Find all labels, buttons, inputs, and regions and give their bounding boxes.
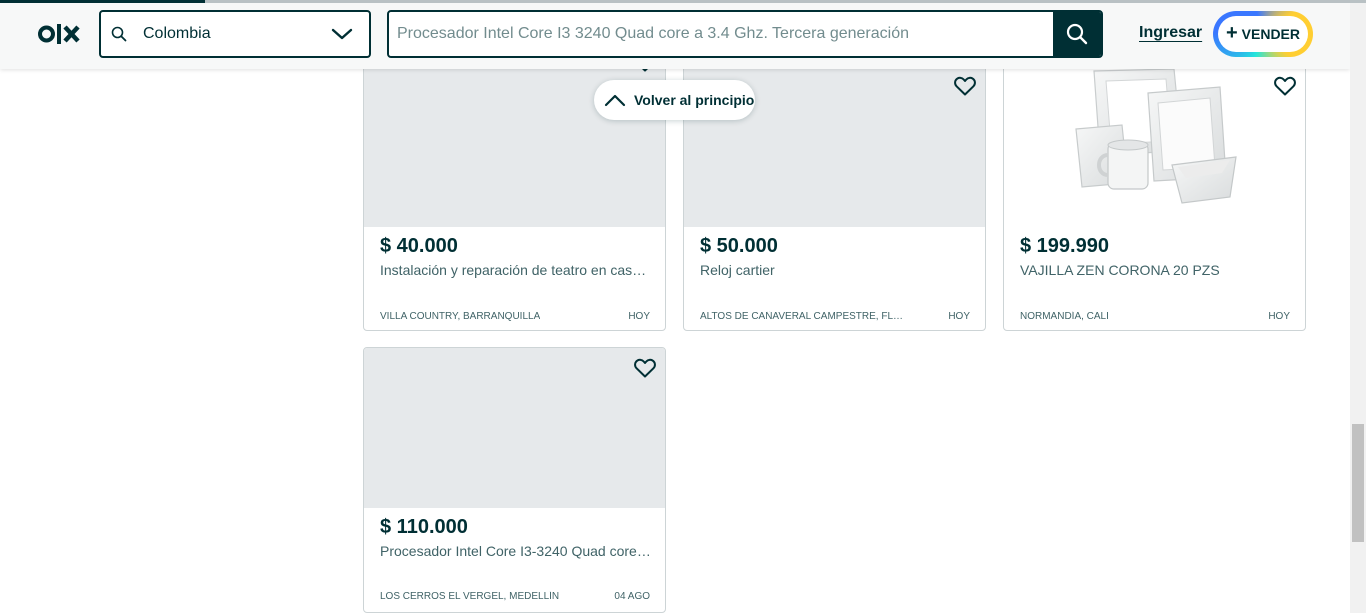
listing-location: VILLA COUNTRY, BARRANQUILLA (380, 311, 541, 322)
back-to-top-button[interactable]: Volver al principio (594, 80, 755, 120)
listing-title: Reloj cartier (700, 262, 775, 278)
heart-icon[interactable] (953, 74, 977, 98)
listing-location: ALTOS DE CAÑAVERAL CAMPESTRE, FLORIDABLA… (700, 311, 905, 322)
sell-button[interactable]: + VENDER (1213, 11, 1313, 57)
listing-card[interactable]: $ 110.000 Procesador Intel Core I3-3240 … (363, 347, 666, 613)
search-button[interactable] (1053, 12, 1101, 56)
search-input[interactable] (389, 12, 1053, 56)
search-bar (387, 10, 1103, 58)
listing-date: 04 AGO (614, 591, 650, 602)
heart-icon[interactable] (633, 356, 657, 380)
back-to-top-label: Volver al principio (634, 92, 755, 108)
sell-button-label: VENDER (1241, 26, 1301, 42)
dinnerware-image (1075, 68, 1237, 204)
sell-button-inner: + VENDER (1218, 16, 1308, 52)
listing-price: $ 110.000 (380, 516, 468, 538)
olx-logo[interactable] (38, 22, 82, 46)
page: Colombia Ingresar + VENDER (0, 0, 1366, 613)
location-value: Colombia (143, 25, 211, 42)
chevron-up-icon (604, 94, 626, 107)
page-progress-fill (0, 0, 205, 3)
listing-location: LOS CERROS EL VERGEL, MEDELLÍN (380, 591, 560, 602)
listing-price: $ 50.000 (700, 235, 778, 257)
listing-date: HOY (628, 311, 650, 322)
vertical-scrollbar[interactable] (1350, 0, 1366, 613)
listing-title: VAJILLA ZEN CORONA 20 PZS (1020, 262, 1220, 278)
listing-title: Procesador Intel Core I3-3240 Quad core … (380, 543, 651, 559)
listing-price: $ 40.000 (380, 235, 458, 257)
scrollbar-thumb[interactable] (1352, 424, 1364, 542)
listing-image-placeholder[interactable] (364, 348, 665, 508)
search-icon (1066, 23, 1088, 45)
listing-card[interactable]: $ 199.990 VAJILLA ZEN CORONA 20 PZS NORM… (1003, 41, 1306, 331)
listing-image[interactable] (1004, 67, 1305, 227)
listing-date: HOY (1268, 311, 1290, 322)
listing-price: $ 199.990 (1020, 235, 1109, 257)
listing-title: Instalación y reparación de teatro en ca… (380, 262, 651, 278)
page-progress-bar (0, 0, 1366, 3)
listing-date: HOY (948, 311, 970, 322)
chevron-down-icon[interactable] (331, 25, 353, 43)
location-selector[interactable]: Colombia (99, 10, 371, 58)
heart-icon[interactable] (1273, 74, 1297, 98)
top-header: Colombia Ingresar + VENDER (0, 0, 1350, 69)
listing-location: NORMANDÍA, CALI (1020, 311, 1109, 322)
plus-icon: + (1225, 22, 1238, 44)
login-link[interactable]: Ingresar (1139, 24, 1202, 42)
search-icon (111, 26, 127, 42)
